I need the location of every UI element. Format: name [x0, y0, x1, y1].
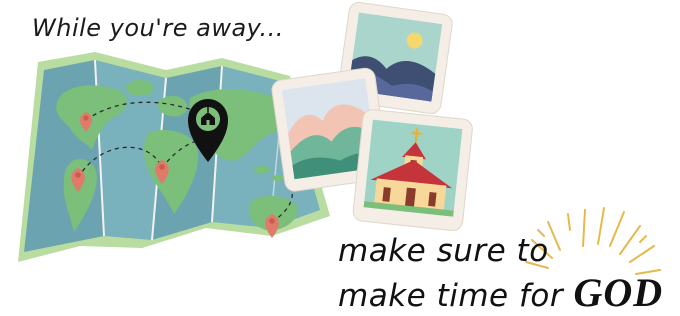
- tagline-emphasis: GOD: [573, 270, 664, 315]
- tagline-line-2-prefix: make time for: [338, 278, 574, 314]
- church-photo: [352, 109, 473, 232]
- tagline-line-1: make sure to: [338, 233, 549, 269]
- tagline: make sure to make time for GOD: [338, 236, 663, 313]
- headline: While you're away...: [32, 14, 284, 42]
- tagline-line-2: make time for GOD: [338, 273, 663, 313]
